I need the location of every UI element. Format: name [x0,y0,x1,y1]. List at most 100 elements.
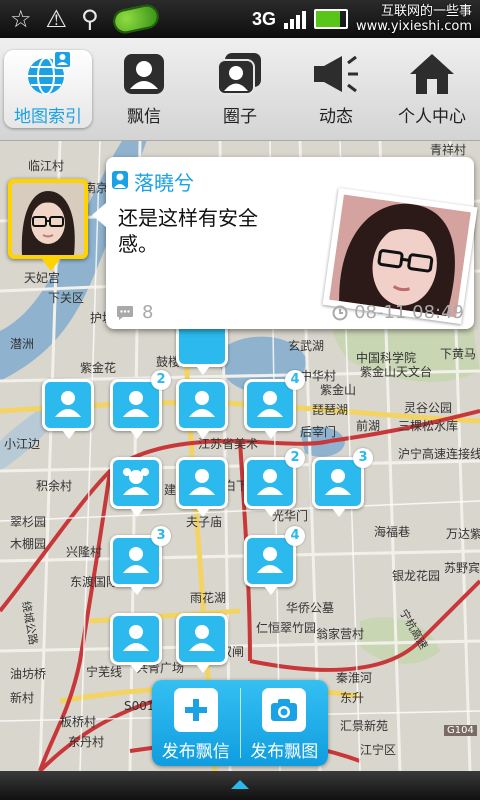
map-label: 潜洲 [10,337,35,351]
user-marker[interactable] [176,613,228,673]
person-icon [189,625,215,651]
map-label: 东升 [340,691,365,705]
map-view[interactable]: 临江村 南京 青祥村 天妃宫 下关区 护城 潜洲 紫金花 鼓楼区 玄武湖 中国科… [0,141,480,771]
usb-icon: ⚲ [81,5,99,33]
person-icon [325,469,351,495]
status-bar-notifications: ☆ ⚠ ⚲ [0,2,161,36]
post-photo-button[interactable]: 发布飘图 [241,680,329,766]
user-marker[interactable] [42,379,94,439]
map-label: 板桥村 [60,715,97,729]
globe-user-icon [21,48,75,100]
map-label: 紫金花 [80,361,117,375]
network-type: 3G [252,8,277,29]
map-label: 三棵松水库 [398,419,459,433]
poster-name[interactable]: 落曉兮 [134,167,194,196]
user-marker-female[interactable] [110,457,162,517]
watermark: 互联网的一些事 www.yixieshi.com [356,4,472,34]
tab-label: 个人中心 [398,107,466,127]
user-marker[interactable]: 4 [244,370,305,439]
post-time-value: 08-11 08:49 [354,302,464,323]
marker-count-badge: 2 [285,448,305,468]
selected-user-avatar-marker[interactable] [8,179,88,271]
person-icon [189,469,215,495]
map-label: 临江村 [28,159,65,173]
pea-app-icon [110,2,161,36]
map-label: 江宁区 [360,743,397,757]
comment-count[interactable]: 8 [116,302,153,323]
user-marker[interactable]: 4 [244,526,305,595]
tab-circles[interactable]: 圈子 [192,38,288,140]
map-label: 后宰门 [300,425,337,439]
map-label: 积余村 [36,479,73,493]
person-icon [257,547,283,573]
map-label: 紫金山天文台 [360,365,433,379]
home-icon [405,48,459,100]
person-icon [257,469,283,495]
star-icon: ☆ [10,5,32,33]
screen: ☆ ⚠ ⚲ 3G 互联网的一些事 www.yixieshi.com 地图索引 飘… [0,0,480,800]
map-label: 天妃宫 [24,271,61,285]
map-label: 沪宁高速连接线 [398,447,480,461]
map-label: 翠杉园 [10,515,47,529]
add-icon [173,688,218,732]
megaphone-icon [309,48,363,100]
bottom-bar [0,771,480,800]
user-marker[interactable]: 3 [110,526,171,595]
watermark-line1: 互联网的一些事 [380,4,472,19]
user-marker[interactable]: 2 [110,370,171,439]
post-message-label: 发布飘信 [161,742,230,762]
tab-map-index[interactable]: 地图索引 [0,38,96,140]
post-text: 还是这样有安全感。 [118,206,258,256]
map-label: 紫金山 [320,383,357,397]
post-photo-label: 发布飘图 [250,742,319,762]
map-label: 海福巷 [374,525,411,539]
watermark-line2: www.yixieshi.com [356,19,472,34]
tab-messages[interactable]: 飘信 [96,38,192,140]
person-icon [55,391,81,417]
map-label: 油坊桥 [10,667,47,681]
marker-count-badge: 4 [285,370,305,390]
map-label: 汇景新苑 [340,719,389,733]
map-label: 青祥村 [430,143,467,157]
expand-up-icon[interactable] [229,777,251,791]
post-actions: 发布飘信 发布飘图 [152,680,328,766]
top-navigation: 地图索引 飘信 圈子 动态 个人中心 [0,38,480,141]
tab-updates[interactable]: 动态 [288,38,384,140]
person-card-icon [117,48,171,100]
person-icon [123,625,149,651]
user-marker[interactable] [176,379,228,439]
map-label: 华侨公墓 [286,601,335,615]
user-marker[interactable] [110,613,162,673]
marker-count-badge: 2 [151,370,171,390]
status-bar-system: 3G 互联网的一些事 www.yixieshi.com [252,0,472,38]
tab-profile[interactable]: 个人中心 [384,38,480,140]
user-marker[interactable]: 3 [312,448,373,517]
person-icon [257,391,283,417]
clock-icon [332,305,348,320]
map-label: 下关区 [48,291,85,305]
user-marker[interactable] [176,457,228,517]
map-label: 秦淮河 [336,671,373,685]
signal-icon [284,9,307,29]
post-message-button[interactable]: 发布飘信 [152,680,240,766]
map-label: 灵谷公园 [404,401,453,415]
map-label: 宁芜线 [86,665,123,679]
marker-count-badge: 4 [285,526,305,546]
map-label: 前湖 [356,419,381,433]
marker-count-badge: 3 [353,448,373,468]
tab-label: 圈子 [223,107,257,127]
person-icon [189,391,215,417]
person-female-icon [123,468,149,495]
map-label: 小江边 [4,437,41,451]
battery-icon [314,9,349,29]
map-label: 仁恒翠竹园 [256,621,317,635]
map-label: 万达紫 [446,527,480,541]
map-label: G104 [444,725,477,736]
user-marker[interactable]: 2 [244,448,305,517]
status-bar: ☆ ⚠ ⚲ 3G 互联网的一些事 www.yixieshi.com [0,0,480,38]
tab-label: 飘信 [127,107,161,127]
map-label: 翁家营村 [316,627,365,641]
post-popup[interactable]: 落曉兮 还是这样有安全感。 8 08-11 08:49 [92,157,478,329]
person-icon [123,547,149,573]
map-label: 东丹村 [68,735,105,749]
